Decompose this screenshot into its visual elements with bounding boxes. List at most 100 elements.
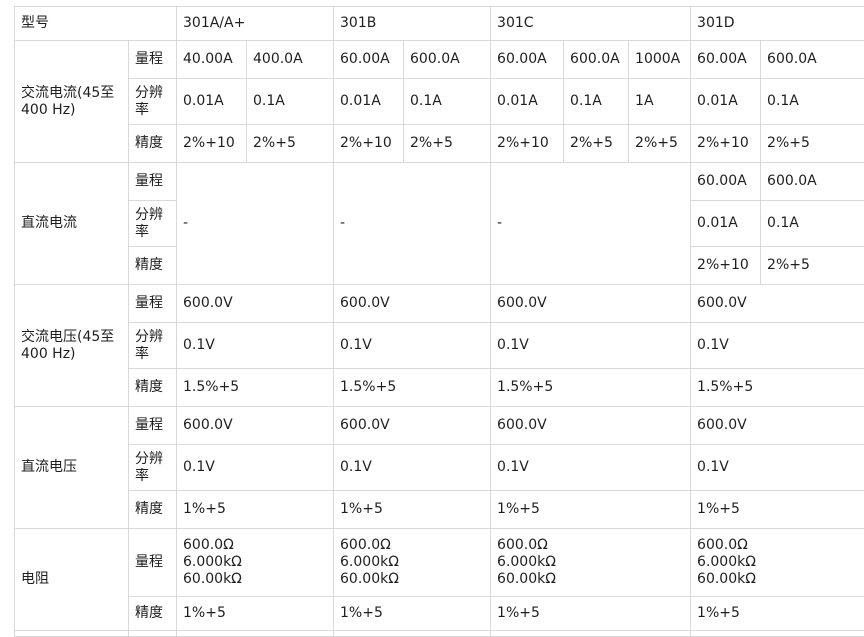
header-row: 型号 301A/A+ 301B 301C 301D [15,7,864,41]
range-line: 60.00kΩ [183,571,327,588]
table-cell: 0.1V [691,323,864,369]
table-cell [15,631,129,637]
table-cell [491,631,691,637]
table-cell: 600.0Ω 6.000kΩ 60.00kΩ [177,529,334,597]
table-cell: 600.0V [691,407,864,445]
table-cell: 600.0V [334,285,491,323]
table-cell: 0.01A [691,201,761,247]
table-cell: 600.0Ω 6.000kΩ 60.00kΩ [691,529,864,597]
param-resolution: 分辨率 [129,323,177,369]
table-cell: 1%+5 [491,491,691,529]
table-cell: 0.1V [491,445,691,491]
table-cell: 1%+5 [691,491,864,529]
range-line: 600.0Ω [183,537,327,554]
table-cell: 60.00A [491,41,564,79]
table-cell: 600.0A [761,41,864,79]
table-cell: 0.1V [334,445,491,491]
table-cell: 0.1A [761,201,864,247]
param-resolution: 分辨率 [129,201,177,247]
dc-voltage-range-row: 直流电压 量程 600.0V 600.0V 600.0V 600.0V [15,407,864,445]
table-cell: 60.00A [691,163,761,201]
ac-voltage-label: 交流电压(45至400 Hz) [15,285,129,407]
resistance-label: 电阻 [15,529,129,631]
table-cell: 600.0V [491,285,691,323]
param-range: 量程 [129,407,177,445]
table-cell [334,631,491,637]
table-cell: 1%+5 [177,491,334,529]
param-range: 量程 [129,285,177,323]
table-cell: 0.01A [177,79,247,125]
table-cell: 0.01A [491,79,564,125]
ac-current-accuracy-row: 精度 2%+10 2%+5 2%+10 2%+5 2%+10 2%+5 2%+5… [15,125,864,163]
range-line: 600.0Ω [697,537,858,554]
table-cell: 2%+5 [564,125,629,163]
table-cell: 0.01A [334,79,404,125]
table-cell: 1%+5 [334,491,491,529]
range-line: 6.000kΩ [340,554,484,571]
table-cell: 0.1V [177,445,334,491]
resistance-range-row: 电阻 量程 600.0Ω 6.000kΩ 60.00kΩ 600.0Ω 6.00… [15,529,864,597]
dc-voltage-label: 直流电压 [15,407,129,529]
param-range: 量程 [129,41,177,79]
table-cell: 600.0A [761,163,864,201]
not-applicable-cell: - [491,163,691,285]
table-cell: 600.0V [177,285,334,323]
table-cell: 1000A [629,41,691,79]
param-accuracy: 精度 [129,247,177,285]
table-cell: 600.0V [691,285,864,323]
ac-voltage-accuracy-row: 精度 1.5%+5 1.5%+5 1.5%+5 1.5%+5 [15,369,864,407]
not-applicable-cell: - [334,163,491,285]
table-cell: 0.1V [491,323,691,369]
range-line: 6.000kΩ [497,554,684,571]
table-cell: 60.00A [334,41,404,79]
table-cell: 0.1V [334,323,491,369]
table-cell: 2%+5 [247,125,334,163]
table-cell: 0.1A [761,79,864,125]
param-range: 量程 [129,163,177,201]
table-cell: 600.0V [177,407,334,445]
range-line: 60.00kΩ [340,571,484,588]
table-cell: 600.0A [564,41,629,79]
ac-current-label: 交流电流(45至400 Hz) [15,41,129,163]
table-cell: 0.1A [564,79,629,125]
table-cell: 2%+10 [177,125,247,163]
table-cell [691,631,864,637]
param-resolution: 分辨率 [129,79,177,125]
table-cell: 2%+5 [761,125,864,163]
table-cell: 1A [629,79,691,125]
table-cell: 2%+10 [691,125,761,163]
table-cell: 600.0Ω 6.000kΩ 60.00kΩ [491,529,691,597]
table-cell: 600.0A [404,41,491,79]
range-line: 600.0Ω [340,537,484,554]
table-cell: 600.0V [491,407,691,445]
table-cell: 0.1A [247,79,334,125]
model-301d: 301D [691,7,864,41]
dc-voltage-resolution-row: 分辨率 0.1V 0.1V 0.1V 0.1V [15,445,864,491]
ac-voltage-resolution-row: 分辨率 0.1V 0.1V 0.1V 0.1V [15,323,864,369]
table-cell [129,631,177,637]
model-label: 型号 [15,7,177,41]
table-cell: 1.5%+5 [691,369,864,407]
param-accuracy: 精度 [129,369,177,407]
table-cell: 2%+5 [629,125,691,163]
param-accuracy: 精度 [129,125,177,163]
table-cell: 400.0A [247,41,334,79]
range-line: 600.0Ω [497,537,684,554]
table-cell: 2%+10 [691,247,761,285]
range-line: 6.000kΩ [183,554,327,571]
ac-voltage-range-row: 交流电压(45至400 Hz) 量程 600.0V 600.0V 600.0V … [15,285,864,323]
dc-voltage-accuracy-row: 精度 1%+5 1%+5 1%+5 1%+5 [15,491,864,529]
table-cell: 2%+10 [491,125,564,163]
dc-current-label: 直流电流 [15,163,129,285]
table-cell: 40.00A [177,41,247,79]
table-cell: 1.5%+5 [491,369,691,407]
range-line: 60.00kΩ [497,571,684,588]
table-cell [177,631,334,637]
table-cell: 1.5%+5 [334,369,491,407]
table-cell: 2%+10 [334,125,404,163]
range-line: 6.000kΩ [697,554,858,571]
param-range: 量程 [129,529,177,597]
table-cell: 0.1A [404,79,491,125]
model-301b: 301B [334,7,491,41]
cutoff-row [15,631,864,637]
